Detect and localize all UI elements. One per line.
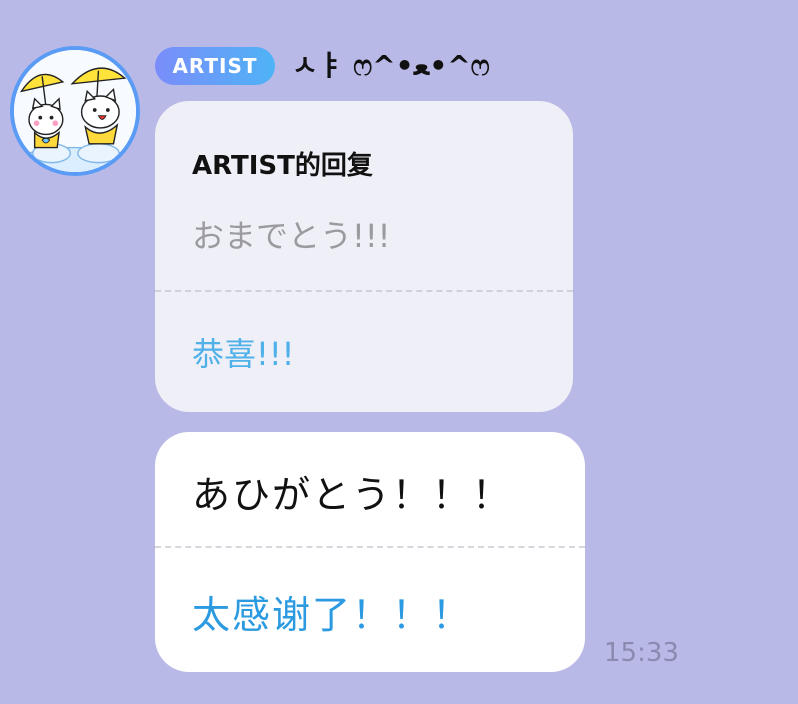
message-divider [155,546,585,548]
message-original-text: あひがとう！！！ [192,473,513,517]
reply-original-text: おまでとう!!! [192,217,391,255]
reply-bubble[interactable]: ARTIST的回复 おまでとう!!! 恭喜!!! [155,101,573,412]
message-timestamp: 15:33 [604,638,679,668]
reply-title: ARTIST的回复 [192,151,373,181]
artist-avatar[interactable] [10,46,140,176]
reply-translation-text: 恭喜!!! [192,335,295,373]
message-bubble[interactable]: あひがとう！！！ 太感谢了！！！ [155,432,585,672]
reply-divider [155,290,573,292]
message-translation-text: 太感谢了！！！ [192,593,473,637]
avatar-image [14,50,136,172]
artist-badge: ARTIST [155,47,275,85]
sender-name[interactable]: ㅅㅑ ෆ^•ﻌ•^ෆ [292,44,490,88]
